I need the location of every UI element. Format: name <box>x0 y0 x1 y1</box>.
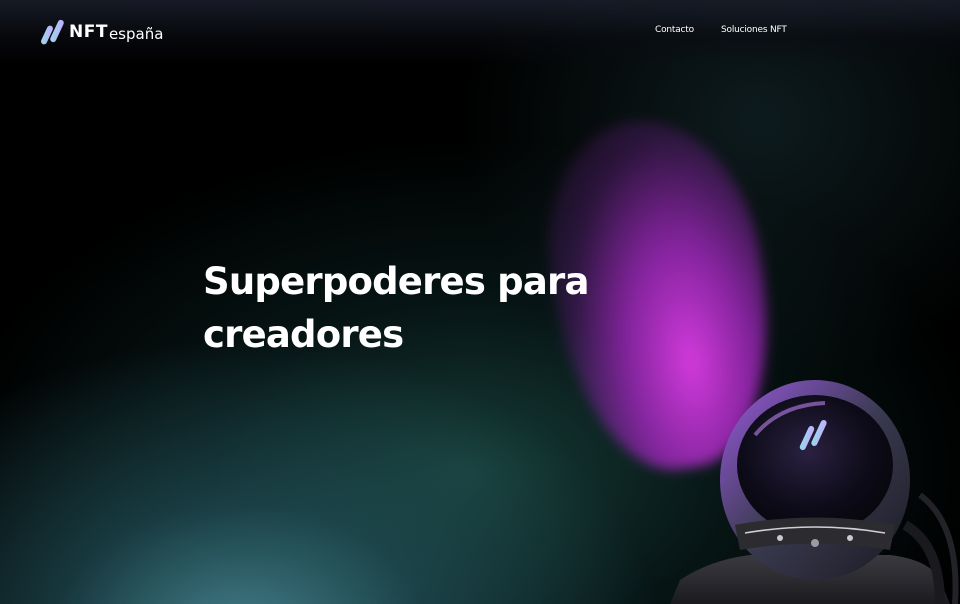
astronaut-helmet-image <box>670 380 959 604</box>
brand-name-primary: NFT <box>69 22 108 42</box>
hero-title-line-1: Superpoderes para <box>203 260 589 303</box>
top-navigation-bar: NFT españa Contacto Soluciones NFT <box>0 0 960 64</box>
nav-link-soluciones-nft[interactable]: Soluciones NFT <box>721 25 787 35</box>
brand-name-secondary: españa <box>108 24 164 43</box>
hero-title: Superpoderes para creadores <box>203 255 623 361</box>
hero-page: NFT españa Contacto Soluciones NFT Super… <box>0 0 960 604</box>
slash-logo-icon <box>41 19 64 45</box>
nav-link-contacto[interactable]: Contacto <box>655 25 694 35</box>
brand-logo[interactable]: NFT españa <box>41 17 163 47</box>
hero-title-line-2: creadores <box>203 313 404 356</box>
